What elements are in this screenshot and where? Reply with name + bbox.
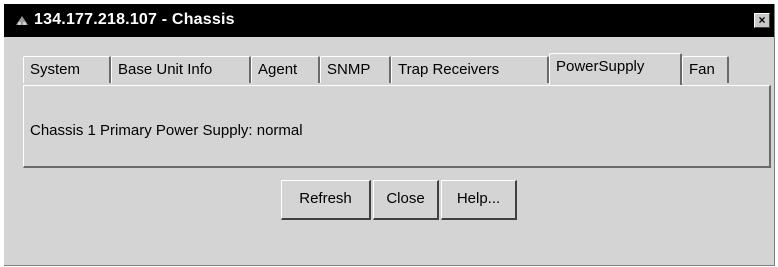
tab-system[interactable]: System <box>23 56 111 83</box>
close-icon[interactable]: × <box>754 13 770 28</box>
help-button[interactable]: Help... <box>441 180 517 220</box>
tab-snmp[interactable]: SNMP <box>320 56 391 83</box>
tab-base-unit-info[interactable]: Base Unit Info <box>111 56 251 83</box>
title-bar[interactable]: 134.177.218.107 - Chassis × <box>4 4 774 37</box>
power-supply-status: Chassis 1 Primary Power Supply: normal <box>30 122 303 139</box>
power-supply-panel: Chassis 1 Primary Power Supply: normal <box>23 85 771 168</box>
tab-trap-receivers[interactable]: Trap Receivers <box>391 56 549 83</box>
tab-fan[interactable]: Fan <box>682 56 729 83</box>
device-icon <box>14 13 30 28</box>
close-button[interactable]: Close <box>373 180 439 220</box>
chassis-dialog: 134.177.218.107 - Chassis × System Base … <box>4 4 775 266</box>
tab-agent[interactable]: Agent <box>251 56 320 83</box>
tab-powersupply[interactable]: PowerSupply <box>549 53 682 85</box>
window-title: 134.177.218.107 - Chassis <box>34 11 235 28</box>
refresh-button[interactable]: Refresh <box>281 180 371 220</box>
